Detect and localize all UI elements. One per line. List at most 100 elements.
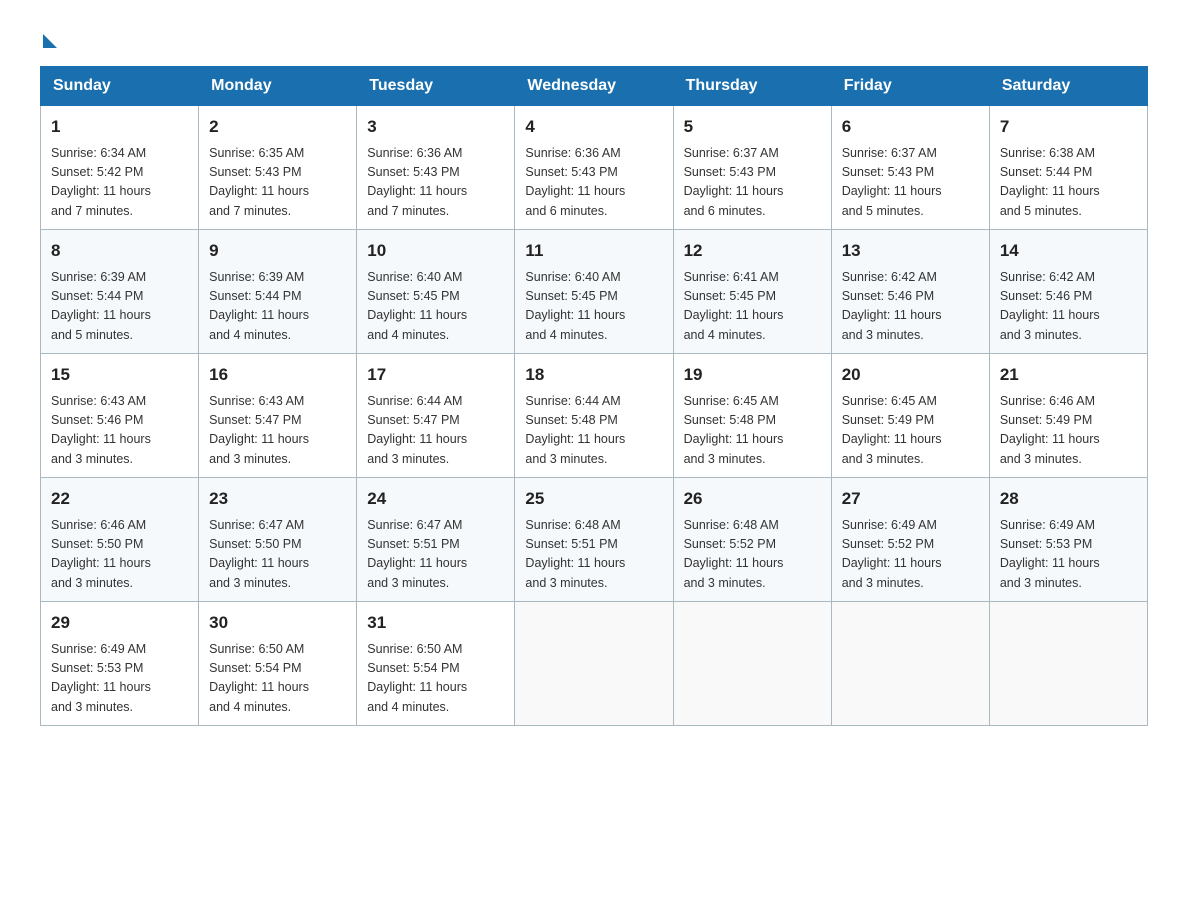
day-number: 13 [842,238,979,264]
calendar-cell: 21Sunrise: 6:46 AMSunset: 5:49 PMDayligh… [989,354,1147,478]
day-number: 16 [209,362,346,388]
day-info: Sunrise: 6:42 AMSunset: 5:46 PMDaylight:… [1000,268,1137,346]
calendar-week-row: 8 Sunrise: 6:39 AMSunset: 5:44 PMDaylight… [41,230,1148,354]
day-number: 30 [209,610,346,636]
calendar-cell: 1 Sunrise: 6:34 AMSunset: 5:42 PMDaylight… [41,106,199,230]
day-number: 20 [842,362,979,388]
day-number: 11 [525,238,662,264]
calendar-cell: 28 Sunrise: 6:49 AMSunset: 5:53 PMDayligh… [989,478,1147,602]
day-info: Sunrise: 6:43 AMSunset: 5:46 PMDaylight:… [51,392,188,470]
calendar-cell: 14 Sunrise: 6:42 AMSunset: 5:46 PMDayligh… [989,230,1147,354]
calendar-cell: 20 Sunrise: 6:45 AMSunset: 5:49 PMDayligh… [831,354,989,478]
day-number: 9 [209,238,346,264]
calendar-cell: 18 Sunrise: 6:44 AMSunset: 5:48 PMDayligh… [515,354,673,478]
weekday-header-row: SundayMondayTuesdayWednesdayThursdayFrid… [41,67,1148,106]
calendar-cell: 10 Sunrise: 6:40 AMSunset: 5:45 PMDayligh… [357,230,515,354]
day-info: Sunrise: 6:44 AMSunset: 5:48 PMDaylight:… [525,392,662,470]
day-info: Sunrise: 6:42 AMSunset: 5:46 PMDaylight:… [842,268,979,346]
calendar-cell: 11 Sunrise: 6:40 AMSunset: 5:45 PMDayligh… [515,230,673,354]
day-number: 12 [684,238,821,264]
day-info: Sunrise: 6:40 AMSunset: 5:45 PMDaylight:… [525,268,662,346]
calendar-cell: 31 Sunrise: 6:50 AMSunset: 5:54 PMDayligh… [357,602,515,726]
day-info: Sunrise: 6:36 AMSunset: 5:43 PMDaylight:… [367,144,504,222]
day-number: 19 [684,362,821,388]
day-number: 27 [842,486,979,512]
day-number: 8 [51,238,188,264]
day-number: 17 [367,362,504,388]
day-info: Sunrise: 6:37 AMSunset: 5:43 PMDaylight:… [842,144,979,222]
day-number: 23 [209,486,346,512]
top-area [40,30,1148,46]
day-info: Sunrise: 6:48 AMSunset: 5:51 PMDaylight:… [525,516,662,594]
calendar-cell: 6 Sunrise: 6:37 AMSunset: 5:43 PMDaylight… [831,106,989,230]
calendar-cell [989,602,1147,726]
day-number: 7 [1000,114,1137,140]
day-info: Sunrise: 6:39 AMSunset: 5:44 PMDaylight:… [209,268,346,346]
calendar-cell: 17 Sunrise: 6:44 AMSunset: 5:47 PMDayligh… [357,354,515,478]
calendar-cell: 24 Sunrise: 6:47 AMSunset: 5:51 PMDayligh… [357,478,515,602]
day-info: Sunrise: 6:49 AMSunset: 5:53 PMDaylight:… [1000,516,1137,594]
calendar-table: SundayMondayTuesdayWednesdayThursdayFrid… [40,66,1148,726]
day-number: 22 [51,486,188,512]
day-number: 29 [51,610,188,636]
calendar-cell: 22 Sunrise: 6:46 AMSunset: 5:50 PMDayligh… [41,478,199,602]
calendar-cell [515,602,673,726]
day-number: 25 [525,486,662,512]
calendar-cell: 16Sunrise: 6:43 AMSunset: 5:47 PMDayligh… [199,354,357,478]
calendar-cell: 8 Sunrise: 6:39 AMSunset: 5:44 PMDaylight… [41,230,199,354]
calendar-cell: 27Sunrise: 6:49 AMSunset: 5:52 PMDayligh… [831,478,989,602]
calendar-week-row: 29 Sunrise: 6:49 AMSunset: 5:53 PMDayligh… [41,602,1148,726]
day-info: Sunrise: 6:37 AMSunset: 5:43 PMDaylight:… [684,144,821,222]
day-number: 2 [209,114,346,140]
calendar-cell [831,602,989,726]
day-info: Sunrise: 6:49 AMSunset: 5:53 PMDaylight:… [51,640,188,718]
calendar-cell: 7 Sunrise: 6:38 AMSunset: 5:44 PMDaylight… [989,106,1147,230]
day-number: 28 [1000,486,1137,512]
calendar-cell [673,602,831,726]
day-number: 6 [842,114,979,140]
calendar-cell: 3 Sunrise: 6:36 AMSunset: 5:43 PMDaylight… [357,106,515,230]
calendar-cell: 2 Sunrise: 6:35 AMSunset: 5:43 PMDaylight… [199,106,357,230]
day-number: 5 [684,114,821,140]
calendar-week-row: 15Sunrise: 6:43 AMSunset: 5:46 PMDayligh… [41,354,1148,478]
day-number: 1 [51,114,188,140]
calendar-cell: 4Sunrise: 6:36 AMSunset: 5:43 PMDaylight… [515,106,673,230]
day-info: Sunrise: 6:48 AMSunset: 5:52 PMDaylight:… [684,516,821,594]
calendar-cell: 13 Sunrise: 6:42 AMSunset: 5:46 PMDayligh… [831,230,989,354]
calendar-cell: 19 Sunrise: 6:45 AMSunset: 5:48 PMDayligh… [673,354,831,478]
day-info: Sunrise: 6:34 AMSunset: 5:42 PMDaylight:… [51,144,188,222]
calendar-cell: 23 Sunrise: 6:47 AMSunset: 5:50 PMDayligh… [199,478,357,602]
day-info: Sunrise: 6:47 AMSunset: 5:50 PMDaylight:… [209,516,346,594]
day-info: Sunrise: 6:46 AMSunset: 5:50 PMDaylight:… [51,516,188,594]
day-info: Sunrise: 6:39 AMSunset: 5:44 PMDaylight:… [51,268,188,346]
weekday-header-tuesday: Tuesday [357,67,515,106]
calendar-week-row: 22 Sunrise: 6:46 AMSunset: 5:50 PMDayligh… [41,478,1148,602]
weekday-header-friday: Friday [831,67,989,106]
day-info: Sunrise: 6:46 AMSunset: 5:49 PMDaylight:… [1000,392,1137,470]
day-number: 31 [367,610,504,636]
calendar-cell: 30Sunrise: 6:50 AMSunset: 5:54 PMDayligh… [199,602,357,726]
day-number: 18 [525,362,662,388]
calendar-cell: 15Sunrise: 6:43 AMSunset: 5:46 PMDayligh… [41,354,199,478]
weekday-header-monday: Monday [199,67,357,106]
weekday-header-saturday: Saturday [989,67,1147,106]
weekday-header-wednesday: Wednesday [515,67,673,106]
calendar-cell: 5 Sunrise: 6:37 AMSunset: 5:43 PMDaylight… [673,106,831,230]
day-info: Sunrise: 6:38 AMSunset: 5:44 PMDaylight:… [1000,144,1137,222]
day-number: 3 [367,114,504,140]
day-info: Sunrise: 6:50 AMSunset: 5:54 PMDaylight:… [367,640,504,718]
day-number: 14 [1000,238,1137,264]
day-info: Sunrise: 6:47 AMSunset: 5:51 PMDaylight:… [367,516,504,594]
calendar-cell: 12 Sunrise: 6:41 AMSunset: 5:45 PMDayligh… [673,230,831,354]
day-info: Sunrise: 6:44 AMSunset: 5:47 PMDaylight:… [367,392,504,470]
day-info: Sunrise: 6:45 AMSunset: 5:48 PMDaylight:… [684,392,821,470]
day-info: Sunrise: 6:35 AMSunset: 5:43 PMDaylight:… [209,144,346,222]
weekday-header-sunday: Sunday [41,67,199,106]
day-info: Sunrise: 6:40 AMSunset: 5:45 PMDaylight:… [367,268,504,346]
day-info: Sunrise: 6:45 AMSunset: 5:49 PMDaylight:… [842,392,979,470]
calendar-cell: 29 Sunrise: 6:49 AMSunset: 5:53 PMDayligh… [41,602,199,726]
day-info: Sunrise: 6:41 AMSunset: 5:45 PMDaylight:… [684,268,821,346]
day-number: 24 [367,486,504,512]
day-number: 10 [367,238,504,264]
calendar-week-row: 1 Sunrise: 6:34 AMSunset: 5:42 PMDaylight… [41,106,1148,230]
